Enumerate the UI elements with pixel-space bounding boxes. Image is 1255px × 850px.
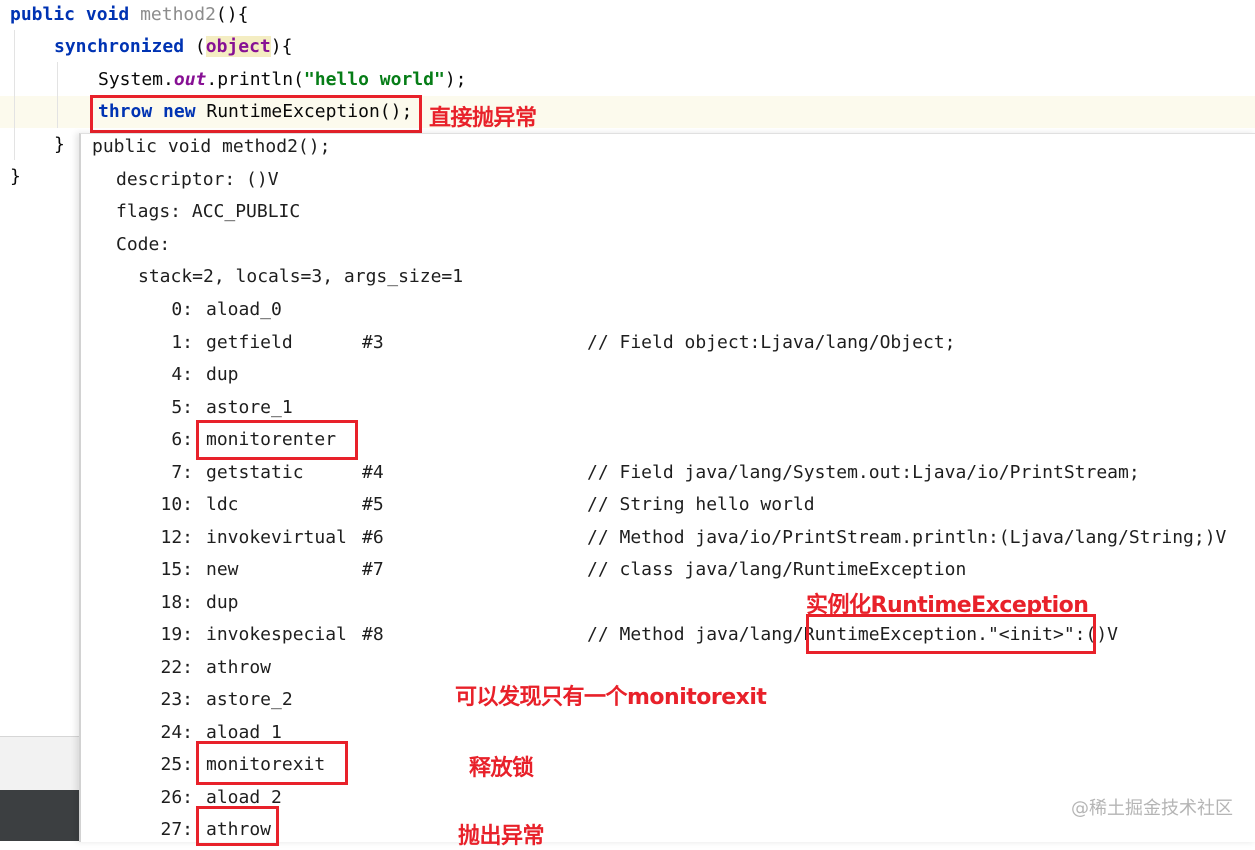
- source-line-5[interactable]: }: [54, 133, 65, 157]
- annotation-throw-direct: 直接抛异常: [429, 106, 537, 131]
- instruction-operand: #5: [362, 494, 384, 515]
- indent-guide: [14, 30, 15, 160]
- bytecode-descriptor: descriptor: ()V: [116, 169, 279, 190]
- annotation-only-one-exit: 可以发现只有一个monitorexit: [455, 685, 767, 710]
- source-line-1[interactable]: public void method2(){: [10, 3, 248, 27]
- instruction-offset: 18:: [160, 591, 193, 613]
- instruction-opcode: astore_2: [206, 689, 293, 710]
- instruction-offset: 12:: [160, 526, 193, 548]
- instruction-offset: 0:: [171, 299, 193, 320]
- instruction-offset: 15:: [160, 559, 193, 580]
- instruction-operand: #7: [362, 559, 384, 580]
- instruction-opcode: dup: [206, 364, 239, 385]
- instruction-opcode: getfield: [206, 331, 293, 353]
- instruction-offset: 7:: [171, 461, 193, 483]
- instruction-offset: 10:: [160, 494, 193, 515]
- instruction-operand: #3: [362, 331, 384, 353]
- watermark: @稀土掘金技术社区: [1071, 798, 1233, 819]
- instruction-opcode: getstatic: [206, 461, 304, 483]
- source-line-2[interactable]: synchronized (object){: [54, 35, 292, 59]
- instruction-operand: #6: [362, 526, 384, 548]
- instruction-offset: 22:: [160, 656, 193, 678]
- annotation-throw-exception: 抛出异常: [458, 824, 545, 849]
- bytecode-stack-info: stack=2, locals=3, args_size=1: [138, 266, 464, 287]
- instruction-opcode: ldc: [206, 494, 239, 515]
- annotation-release-lock: 释放锁: [469, 756, 534, 781]
- bytecode-flags: flags: ACC_PUBLIC: [116, 201, 301, 222]
- instruction-comment: // String hello world: [587, 494, 815, 515]
- instruction-offset: 5:: [171, 396, 193, 418]
- bytecode-panel[interactable]: public void method2(); descriptor: ()V f…: [79, 133, 1255, 842]
- object-field-ref[interactable]: object: [205, 36, 271, 57]
- instruction-operand: #4: [362, 461, 384, 483]
- instruction-opcode: aload_0: [206, 299, 282, 320]
- instruction-opcode: athrow: [206, 656, 272, 678]
- annotation-instantiate: 实例化RuntimeException: [806, 593, 1089, 618]
- bytecode-signature: public void method2();: [92, 136, 331, 157]
- instruction-offset: 19:: [160, 624, 193, 645]
- instruction-comment: // Field object:Ljava/lang/Object;: [587, 331, 956, 353]
- tool-window-bar: [0, 736, 80, 791]
- source-line-6[interactable]: }: [10, 165, 21, 189]
- dark-panel: [0, 790, 80, 841]
- instruction-operand: #8: [362, 624, 384, 645]
- instruction-offset: 26:: [160, 786, 193, 808]
- instruction-opcode: invokevirtual: [206, 526, 347, 548]
- instruction-opcode: astore_1: [206, 396, 293, 418]
- monitorexit-highlight-box: [196, 741, 348, 785]
- instruction-comment: // Method java/io/PrintStream.println:(L…: [587, 526, 1227, 548]
- instruction-offset: 1:: [171, 331, 193, 353]
- monitorenter-highlight-box: [196, 420, 358, 460]
- throw-highlight-box: [90, 95, 422, 133]
- instruction-offset: 25:: [160, 754, 193, 775]
- instruction-offset: 4:: [171, 364, 193, 385]
- instruction-offset: 6:: [171, 429, 193, 450]
- init-highlight-box: [806, 614, 1096, 654]
- indent-guide: [57, 62, 58, 128]
- instruction-comment: // class java/lang/RuntimeException: [587, 559, 967, 580]
- instruction-offset: 27:: [160, 819, 193, 840]
- bytecode-code-label: Code:: [116, 234, 171, 255]
- instruction-offset: 24:: [160, 721, 193, 743]
- instruction-opcode: new: [206, 559, 239, 580]
- instruction-offset: 23:: [160, 689, 193, 710]
- instruction-comment: // Field java/lang/System.out:Ljava/io/P…: [587, 461, 1140, 483]
- instruction-opcode: dup: [206, 591, 239, 613]
- athrow-highlight-box: [196, 806, 279, 846]
- source-line-3[interactable]: System.out.println("hello world");: [98, 68, 467, 92]
- instruction-opcode: invokespecial: [206, 624, 347, 645]
